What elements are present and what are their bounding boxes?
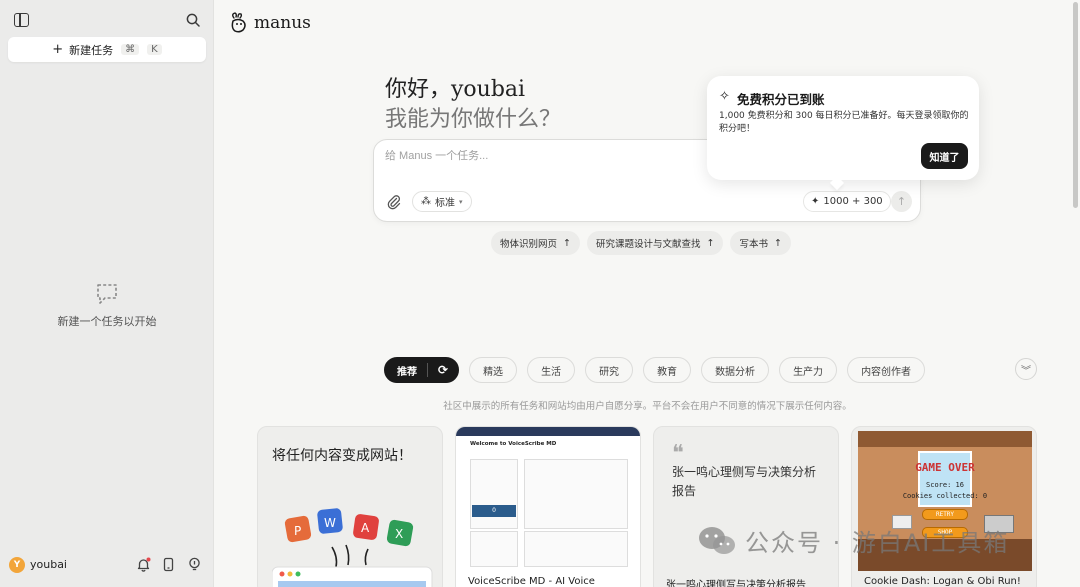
tab-content-creator[interactable]: 内容创作者: [847, 357, 926, 383]
mode-selector[interactable]: ⁂ 标准 ▾: [412, 191, 472, 212]
game-score: Score: 16: [926, 481, 964, 489]
card-caption: 张一鸣心理侧写与决策分析报告: [666, 580, 806, 587]
svg-text:A: A: [361, 521, 370, 535]
suggestion-chip[interactable]: 写本书 ↑: [730, 231, 791, 255]
tab-data-analysis[interactable]: 数据分析: [701, 357, 770, 383]
voicescribe-screenshot: Welcome to VoiceScribe MD 0: [456, 427, 640, 567]
sidebar-header: [0, 0, 214, 40]
scrollbar-thumb[interactable]: [1073, 2, 1078, 208]
main-area: manus 你好，youbai 我能为你做什么？ ⁂ 标准 ▾ ✦ 1000 +…: [215, 0, 1080, 587]
tab-education[interactable]: 教育: [643, 357, 692, 383]
popover-title: 免费积分已到账: [737, 92, 825, 107]
scrollbar[interactable]: [1071, 0, 1080, 587]
popover-body: 1,000 免费积分和 300 每日积分已准备好。每天登录领取你的积分吧！: [719, 111, 969, 134]
tab-research[interactable]: 研究: [585, 357, 634, 383]
card-caption: Cookie Dash: Logan & Obi Run!: [864, 576, 1021, 587]
showcase-card[interactable]: Welcome to VoiceScribe MD 0 VoiceScribe …: [455, 426, 641, 587]
refresh-icon[interactable]: ⟳: [438, 363, 448, 377]
sidebar-footer: Y youbai: [0, 550, 214, 580]
chat-bubble-icon: [97, 284, 117, 304]
manus-logo-icon: [231, 12, 246, 33]
new-task-label: 新建任务: [69, 43, 114, 57]
game-over-text: GAME OVER: [915, 461, 975, 474]
game-collected: Cookies collected: 0: [902, 492, 988, 500]
retry-button: RETRY: [922, 509, 968, 520]
category-tabs: 推荐 ⟳ 精选 生活 研究 教育 数据分析 生产力 内容创作者: [384, 357, 926, 383]
lightbulb-icon[interactable]: [187, 557, 202, 572]
shortcut-key: K: [147, 44, 162, 55]
sidebar-toggle-icon[interactable]: [14, 13, 29, 27]
showcase-card[interactable]: 将任何内容变成网站！ P W A X: [257, 426, 443, 587]
tab-label: 推荐: [397, 366, 417, 378]
svg-text:P: P: [294, 524, 301, 538]
card-title: 张一鸣心理侧写与决策分析报告: [672, 465, 817, 498]
send-button[interactable]: ↑: [891, 191, 912, 212]
bell-icon[interactable]: [136, 557, 151, 572]
logo-text: manus: [254, 13, 311, 33]
chevrons-down-icon: ︾: [1021, 365, 1031, 377]
community-disclaimer: 社区中展示的所有任务和网站均由用户自愿分享。平台不会在用户不同意的情况下展示任何…: [443, 401, 852, 412]
tab-productivity[interactable]: 生产力: [779, 357, 838, 383]
showcase-cards: 将任何内容变成网站！ P W A X Welcome to VoiceScrib…: [257, 426, 1037, 587]
credits-label: 1000 + 300: [823, 196, 883, 207]
watermark-text: 公众号 · 游白AI工具箱: [745, 529, 1010, 557]
mobile-icon[interactable]: [161, 557, 176, 572]
sparkle-icon: ✧: [719, 89, 730, 104]
new-task-button[interactable]: + 新建任务 ⌘ K: [8, 37, 206, 62]
shortcut-cmd: ⌘: [121, 44, 140, 55]
manus-logo[interactable]: manus: [230, 12, 311, 34]
showcase-card[interactable]: ❝ 张一鸣心理侧写与决策分析报告 张一鸣心理侧写与决策分析报告: [653, 426, 839, 587]
search-icon[interactable]: [186, 13, 200, 27]
svg-text:X: X: [395, 527, 403, 541]
sparkle-icon: ✦: [811, 196, 820, 207]
suggestion-chip[interactable]: 研究课题设计与文献查找 ↑: [586, 231, 724, 255]
suggestion-label: 研究课题设计与文献查找: [595, 239, 701, 250]
tab-life[interactable]: 生活: [527, 357, 576, 383]
svg-text:W: W: [324, 516, 336, 530]
credits-pill[interactable]: ✦ 1000 + 300: [803, 191, 891, 212]
expand-button[interactable]: ︾: [1015, 358, 1037, 380]
card-title: 将任何内容变成网站！: [272, 448, 412, 464]
app-icons-illustration: P W A X: [272, 508, 433, 587]
tab-recommended[interactable]: 推荐 ⟳: [384, 357, 460, 383]
arrow-up-icon: ↑: [896, 195, 907, 208]
chevron-down-icon: ▾: [459, 197, 463, 206]
username[interactable]: youbai: [30, 558, 67, 571]
divider: [427, 363, 428, 377]
arrow-up-icon: ↑: [706, 237, 715, 249]
paperclip-icon[interactable]: [386, 194, 402, 210]
sidebar: + 新建任务 ⌘ K 新建一个任务以开始 Y youbai: [0, 0, 214, 587]
suggestion-chips: 物体识别网页 ↑ 研究课题设计与文献查找 ↑ 写本书 ↑: [491, 231, 791, 255]
got-it-button[interactable]: 知道了: [921, 143, 968, 169]
empty-state-text: 新建一个任务以开始: [57, 315, 157, 328]
arrow-up-icon: ↑: [773, 237, 782, 249]
screenshot-heading: Welcome to VoiceScribe MD: [470, 441, 557, 447]
avatar[interactable]: Y: [9, 557, 25, 573]
greeting-title: 你好，youbai: [385, 77, 526, 102]
mode-label: 标准: [435, 198, 455, 209]
watermark: 公众号 · 游白AI工具箱: [697, 523, 1009, 558]
mode-icon: ⁂: [421, 196, 431, 207]
card-caption: VoiceScribe MD - AI Voice: [468, 576, 595, 587]
arrow-up-icon: ↑: [563, 237, 571, 249]
wechat-icon: [699, 526, 735, 554]
tab-featured[interactable]: 精选: [469, 357, 518, 383]
greeting-subtitle: 我能为你做什么？: [385, 107, 562, 132]
suggestion-label: 写本书: [739, 239, 768, 250]
showcase-card[interactable]: GAME OVER Score: 16 Cookies collected: 0…: [851, 426, 1037, 587]
plus-icon: +: [52, 42, 64, 57]
suggestion-label: 物体识别网页: [500, 239, 558, 250]
credits-popover: ✧ 免费积分已到账 1,000 免费积分和 300 每日积分已准备好。每天登录领…: [707, 76, 979, 180]
suggestion-chip[interactable]: 物体识别网页 ↑: [491, 231, 580, 255]
